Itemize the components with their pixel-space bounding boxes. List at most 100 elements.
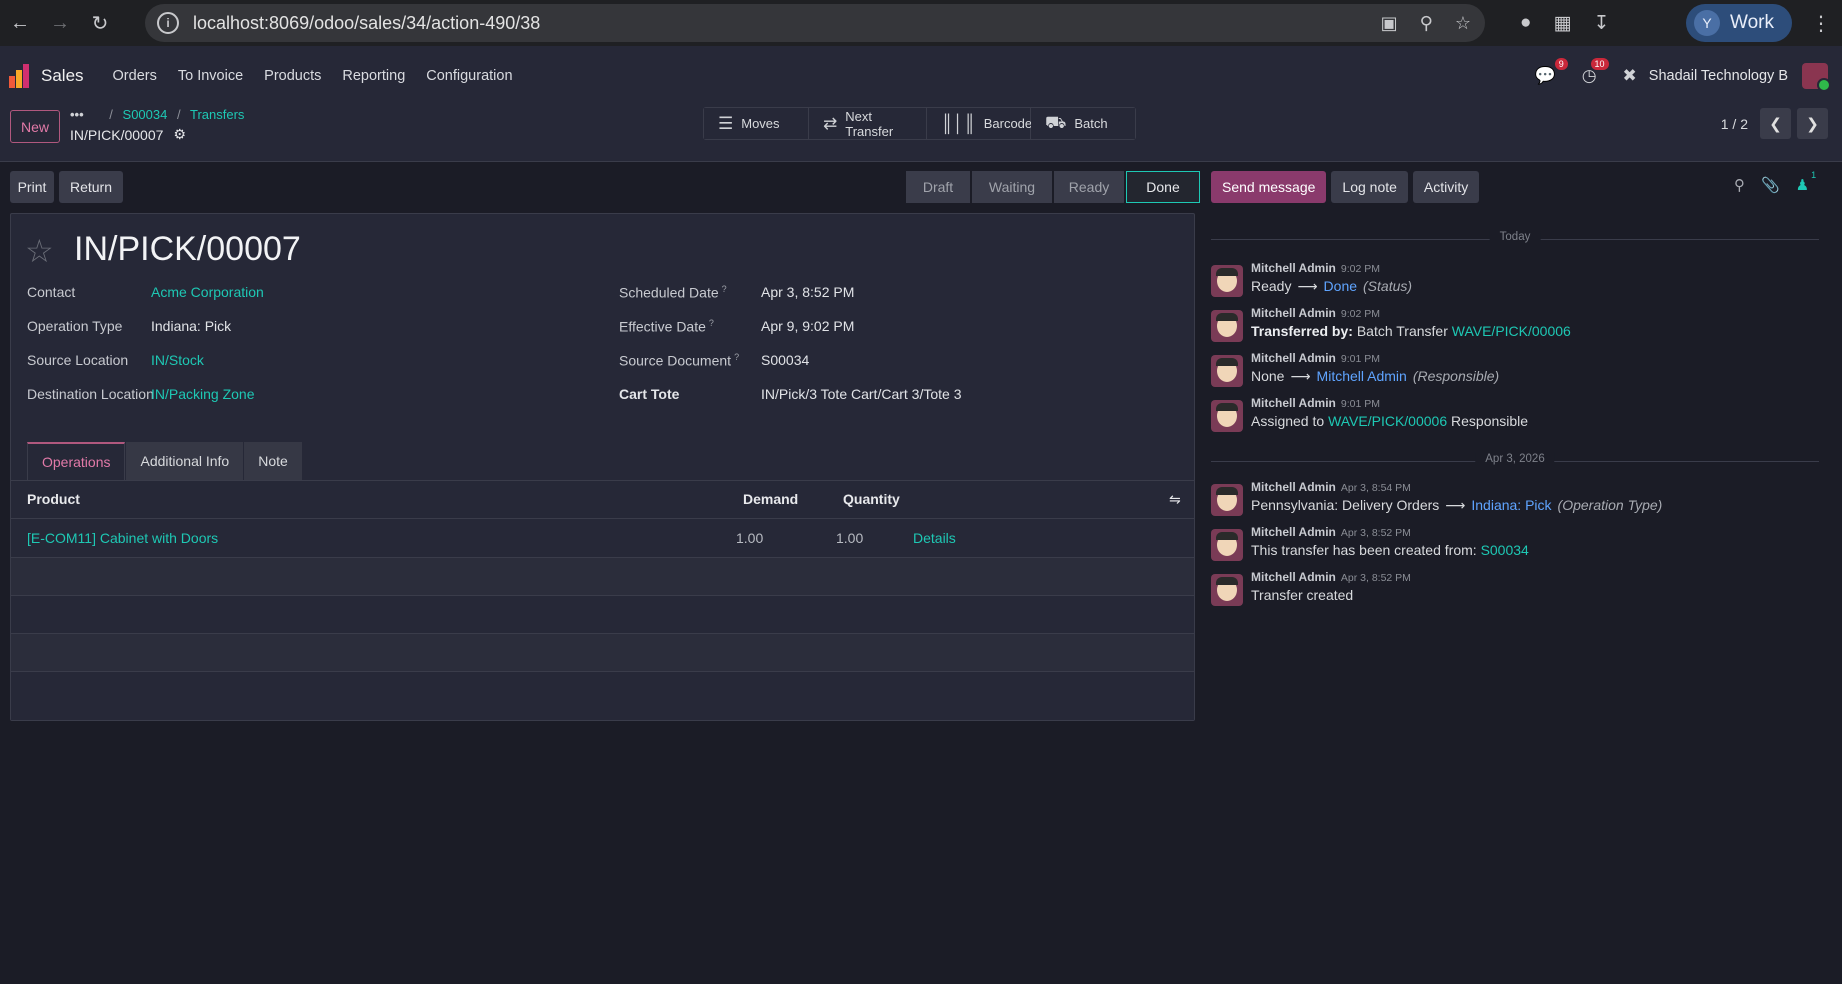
author-avatar[interactable] <box>1211 529 1243 561</box>
field-value-source-location[interactable]: IN/Stock <box>151 352 204 368</box>
optional-columns-icon[interactable]: ⇋ <box>1169 491 1181 508</box>
col-demand[interactable]: Demand <box>743 491 798 507</box>
row-quantity[interactable]: 1.00 <box>836 530 863 546</box>
smart-button-next-transfer[interactable]: ⇄ Next Transfer <box>809 108 927 139</box>
message-link[interactable]: WAVE/PICK/00006 <box>1328 413 1447 429</box>
tab-operations[interactable]: Operations <box>27 442 126 480</box>
smart-button-barcode[interactable]: ║│║ Barcode <box>927 108 1032 139</box>
stage-done[interactable]: Done <box>1126 171 1200 203</box>
smart-button-batch[interactable]: ⛟ Batch <box>1031 108 1135 139</box>
log-note-button[interactable]: Log note <box>1331 171 1408 203</box>
message-body: This transfer has been created from: S00… <box>1251 542 1529 558</box>
help-tooltip-icon[interactable]: ? <box>722 284 727 294</box>
stage-ready[interactable]: Ready <box>1054 171 1124 203</box>
breadcrumb: ••• / S00034 / Transfers IN/PICK/00007 ⚙ <box>70 107 245 143</box>
pager-previous-icon[interactable]: ❮ <box>1760 108 1791 139</box>
empty-row <box>11 672 1194 720</box>
field-value-effective-date[interactable]: Apr 9, 9:02 PM <box>761 318 854 334</box>
back-icon[interactable]: ← <box>0 3 40 43</box>
field-value-cart-tote[interactable]: IN/Pick/3 Tote Cart/Cart 3/Tote 3 <box>761 386 962 402</box>
message-author[interactable]: Mitchell Admin Apr 3, 8:52 PM <box>1251 525 1411 539</box>
menu-item-reporting[interactable]: Reporting <box>342 68 405 84</box>
new-button[interactable]: New <box>10 110 60 143</box>
message-link[interactable]: WAVE/PICK/00006 <box>1452 323 1571 339</box>
breadcrumb-more-icon[interactable]: ••• <box>70 107 84 122</box>
send-message-button[interactable]: Send message <box>1211 171 1327 203</box>
debug-tools-icon[interactable]: ✖ <box>1623 66 1637 86</box>
pager-next-icon[interactable]: ❯ <box>1797 108 1828 139</box>
message-author[interactable]: Mitchell Admin 9:02 PM <box>1251 306 1380 320</box>
smart-button-moves[interactable]: ☰ Moves <box>704 108 809 139</box>
message-author[interactable]: Mitchell Admin Apr 3, 8:54 PM <box>1251 480 1411 494</box>
url-text[interactable]: localhost:8069/odoo/sales/34/action-490/… <box>193 13 540 34</box>
stage-draft[interactable]: Draft <box>906 171 970 203</box>
col-quantity[interactable]: Quantity <box>843 491 900 507</box>
col-product[interactable]: Product <box>27 491 80 507</box>
help-tooltip-icon[interactable]: ? <box>709 318 714 328</box>
author-avatar[interactable] <box>1211 265 1243 297</box>
author-avatar[interactable] <box>1211 484 1243 516</box>
author-name: Mitchell Admin <box>1251 480 1336 494</box>
search-icon[interactable]: ⚲ <box>1734 176 1745 194</box>
user-avatar[interactable] <box>1802 63 1831 92</box>
row-details-link[interactable]: Details <box>913 530 956 546</box>
field-value-operation-type[interactable]: Indiana: Pick <box>151 318 231 334</box>
tab-note[interactable]: Note <box>244 442 302 480</box>
breadcrumb-sale-order[interactable]: S00034 <box>123 107 168 122</box>
extension-spy-icon[interactable]: ● <box>1520 12 1531 34</box>
pager-value[interactable]: 1 / 2 <box>1721 116 1748 132</box>
author-avatar[interactable] <box>1211 400 1243 432</box>
return-button[interactable]: Return <box>59 171 123 203</box>
downloads-icon[interactable]: ↧ <box>1593 12 1609 35</box>
table-row[interactable]: [E-COM11] Cabinet with Doors 1.00 1.00 D… <box>11 520 1194 558</box>
favorite-star-icon[interactable]: ☆ <box>25 232 54 270</box>
activities-badge: 10 <box>1590 58 1609 70</box>
tracking-old-value: Ready <box>1251 278 1292 294</box>
message-author[interactable]: Mitchell Admin 9:02 PM <box>1251 261 1380 275</box>
gear-icon[interactable]: ⚙ <box>173 126 186 143</box>
print-button[interactable]: Print <box>10 171 54 203</box>
message-author[interactable]: Mitchell Admin Apr 3, 8:52 PM <box>1251 570 1411 584</box>
stage-waiting[interactable]: Waiting <box>972 171 1052 203</box>
author-avatar[interactable] <box>1211 310 1243 342</box>
tracking-new-value: Indiana: Pick <box>1471 497 1552 513</box>
menu-item-orders[interactable]: Orders <box>113 68 157 84</box>
menu-item-configuration[interactable]: Configuration <box>426 68 512 84</box>
browser-menu-icon[interactable]: ⋮ <box>1806 0 1836 46</box>
tab-additional-info[interactable]: Additional Info <box>126 442 244 480</box>
menu-item-products[interactable]: Products <box>264 68 321 84</box>
forward-icon[interactable]: → <box>40 3 80 43</box>
field-value-destination-location[interactable]: IN/Packing Zone <box>151 386 255 402</box>
breadcrumb-transfers[interactable]: Transfers <box>190 107 244 122</box>
message-author[interactable]: Mitchell Admin 9:01 PM <box>1251 351 1380 365</box>
menu-item-to-invoice[interactable]: To Invoice <box>178 68 243 84</box>
followers-icon[interactable]: ♟ 1 <box>1796 170 1816 194</box>
message-link[interactable]: S00034 <box>1481 542 1529 558</box>
field-value-source-document[interactable]: S00034 <box>761 352 809 368</box>
activities-clock-icon[interactable]: ◷ 10 <box>1582 58 1609 86</box>
address-bar[interactable]: i localhost:8069/odoo/sales/34/action-49… <box>145 4 1485 42</box>
help-tooltip-icon[interactable]: ? <box>734 352 739 362</box>
app-name[interactable]: Sales <box>41 66 84 86</box>
message-author[interactable]: Mitchell Admin 9:01 PM <box>1251 396 1380 410</box>
reload-icon[interactable]: ↻ <box>80 3 120 43</box>
activity-button[interactable]: Activity <box>1412 171 1480 203</box>
messages-badge: 9 <box>1554 58 1568 70</box>
profile-button[interactable]: Y Work <box>1686 4 1792 42</box>
tracking-arrow-icon: ⟶ <box>1290 368 1311 384</box>
author-avatar[interactable] <box>1211 574 1243 606</box>
row-product[interactable]: [E-COM11] Cabinet with Doors <box>27 530 218 546</box>
extensions-puzzle-icon[interactable]: ▦ <box>1553 12 1571 35</box>
message-time: 9:01 PM <box>1340 353 1380 365</box>
author-avatar[interactable] <box>1211 355 1243 387</box>
messages-icon[interactable]: 💬 9 <box>1535 58 1568 86</box>
sales-app-icon[interactable] <box>9 64 33 88</box>
company-switcher[interactable]: Shadail Technology B <box>1649 68 1788 84</box>
install-app-icon[interactable]: ▣ <box>1381 13 1398 34</box>
field-value-contact[interactable]: Acme Corporation <box>151 284 264 300</box>
field-value-scheduled-date[interactable]: Apr 3, 8:52 PM <box>761 284 854 300</box>
attachment-paperclip-icon[interactable]: 📎 <box>1761 176 1780 194</box>
site-info-icon[interactable]: i <box>157 12 179 34</box>
zoom-icon[interactable]: ⚲ <box>1420 13 1433 34</box>
bookmark-star-icon[interactable]: ☆ <box>1455 13 1471 34</box>
